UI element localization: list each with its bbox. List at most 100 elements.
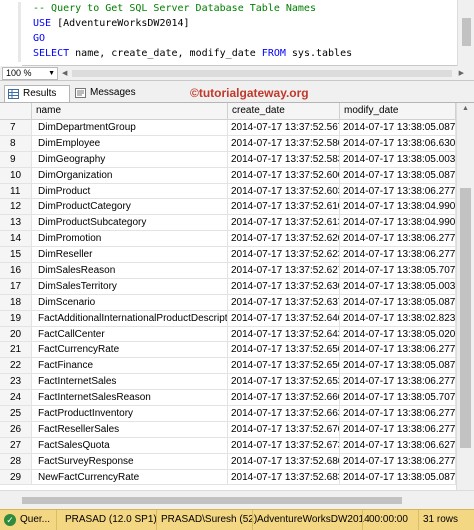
scroll-up-icon[interactable]: ▲ — [462, 105, 469, 112]
cell-modify-date[interactable]: 2014-07-17 13:38:05.087 — [340, 294, 456, 311]
cell-create-date[interactable]: 2014-07-17 13:37:52.643 — [228, 326, 340, 343]
row-number[interactable]: 14 — [0, 231, 32, 248]
code-line[interactable]: SELECT name, create_date, modify_date FR… — [33, 46, 352, 61]
cell-modify-date[interactable]: 2014-07-17 13:38:06.277 — [340, 421, 456, 438]
cell-create-date[interactable]: 2014-07-17 13:37:52.660 — [228, 390, 340, 407]
cell-create-date[interactable]: 2014-07-17 13:37:52.600 — [228, 167, 340, 184]
cell-modify-date[interactable]: 2014-07-17 13:38:05.707 — [340, 390, 456, 407]
cell-create-date[interactable]: 2014-07-17 13:37:52.620 — [228, 231, 340, 248]
code-line[interactable]: -- Query to Get SQL Server Database Tabl… — [33, 1, 352, 16]
cell-create-date[interactable]: 2014-07-17 13:37:52.637 — [228, 294, 340, 311]
table-row[interactable]: 13 DimProductSubcategory 2014-07-17 13:37:… — [0, 215, 456, 232]
cell-create-date[interactable]: 2014-07-17 13:37:52.603 — [228, 183, 340, 200]
column-header-name[interactable]: name — [32, 103, 228, 120]
table-row[interactable]: 12 DimProductCategory 2014-07-17 13:37:52.… — [0, 199, 456, 216]
scroll-right-icon[interactable]: ▶ — [459, 69, 464, 77]
row-number[interactable]: 15 — [0, 247, 32, 264]
row-number[interactable]: 27 — [0, 437, 32, 454]
cell-name[interactable]: FactResellerSales — [32, 421, 228, 438]
cell-name[interactable]: NewFactCurrencyRate — [32, 469, 228, 486]
row-number[interactable]: 22 — [0, 358, 32, 375]
editor-horizontal-scrollbar[interactable] — [72, 70, 452, 77]
row-number[interactable]: 23 — [0, 374, 32, 391]
tab-results[interactable]: Results — [4, 85, 70, 102]
table-row[interactable]: 14 DimPromotion 2014-07-17 13:37:52.620 201… — [0, 231, 456, 248]
zoom-select[interactable]: 100 % ▼ — [2, 67, 58, 80]
table-row[interactable]: 15 DimReseller 2014-07-17 13:37:52.623 2014… — [0, 247, 456, 264]
cell-modify-date[interactable]: 2014-07-17 13:38:05.087 — [340, 120, 456, 136]
cell-name[interactable]: FactSalesQuota — [32, 437, 228, 454]
cell-name[interactable]: DimGeography — [32, 151, 228, 168]
cell-modify-date[interactable]: 2014-07-17 13:38:04.990 — [340, 199, 456, 216]
cell-create-date[interactable]: 2014-07-17 13:37:52.580 — [228, 135, 340, 152]
cell-modify-date[interactable]: 2014-07-17 13:38:05.087 — [340, 469, 456, 486]
table-row[interactable]: 21 FactCurrencyRate 2014-07-17 13:37:52.65… — [0, 342, 456, 359]
table-row[interactable]: 16 DimSalesReason 2014-07-17 13:37:52.627 2… — [0, 263, 456, 279]
cell-create-date[interactable]: 2014-07-17 13:37:52.673 — [228, 437, 340, 454]
cell-create-date[interactable]: 2014-07-17 13:37:52.583 — [228, 151, 340, 168]
cell-name[interactable]: FactSurveyResponse — [32, 453, 228, 470]
table-row[interactable]: 22 FactFinance 2014-07-17 13:37:52.650 2014… — [0, 358, 456, 375]
cell-modify-date[interactable]: 2014-07-17 13:38:06.277 — [340, 453, 456, 470]
row-number[interactable]: 8 — [0, 135, 32, 152]
cell-modify-date[interactable]: 2014-07-17 13:38:06.277 — [340, 231, 456, 248]
cell-modify-date[interactable]: 2014-07-17 13:38:05.087 — [340, 167, 456, 184]
cell-modify-date[interactable]: 2014-07-17 13:38:06.277 — [340, 247, 456, 264]
query-editor[interactable]: -- Query to Get SQL Server Database Tabl… — [0, 0, 474, 66]
editor-vertical-scrollbar[interactable] — [457, 0, 474, 66]
cell-modify-date[interactable]: 2014-07-17 13:38:05.707 — [340, 263, 456, 279]
code-line[interactable]: GO — [33, 31, 352, 46]
row-number[interactable]: 10 — [0, 167, 32, 184]
grid-hscroll-thumb[interactable] — [22, 497, 402, 504]
row-number[interactable]: 19 — [0, 310, 32, 327]
cell-name[interactable]: DimOrganization — [32, 167, 228, 184]
cell-modify-date[interactable]: 2014-07-17 13:38:05.087 — [340, 358, 456, 375]
row-number[interactable]: 24 — [0, 390, 32, 407]
table-row[interactable]: 17 DimSalesTerritory 2014-07-17 13:37:52.6… — [0, 278, 456, 295]
cell-name[interactable]: FactCurrencyRate — [32, 342, 228, 359]
table-row[interactable]: 28 FactSurveyResponse 2014-07-17 13:37:52.… — [0, 453, 456, 470]
row-number[interactable]: 20 — [0, 326, 32, 343]
table-row[interactable]: 23 FactInternetSales 2014-07-17 13:37:52.6… — [0, 374, 456, 391]
row-number[interactable]: 16 — [0, 263, 32, 279]
cell-name[interactable]: DimProduct — [32, 183, 228, 200]
grid-vertical-scrollbar[interactable]: ▲ ▼ — [456, 103, 474, 509]
row-number[interactable]: 11 — [0, 183, 32, 200]
table-row[interactable]: 24 FactInternetSalesReason 2014-07-17 13:3… — [0, 390, 456, 407]
table-row[interactable]: 20 FactCallCenter 2014-07-17 13:37:52.643 2… — [0, 326, 456, 343]
scroll-left-icon[interactable]: ◀ — [62, 69, 67, 77]
cell-name[interactable]: DimPromotion — [32, 231, 228, 248]
table-row[interactable]: 27 FactSalesQuota 2014-07-17 13:37:52.673 2… — [0, 437, 456, 454]
cell-create-date[interactable]: 2014-07-17 13:37:52.610 — [228, 199, 340, 216]
cell-name[interactable]: DimDepartmentGroup — [32, 120, 228, 136]
cell-modify-date[interactable]: 2014-07-17 13:38:06.277 — [340, 374, 456, 391]
cell-modify-date[interactable]: 2014-07-17 13:38:06.277 — [340, 183, 456, 200]
table-row[interactable]: 19 FactAdditionalInternationalProductDesc… — [0, 310, 456, 327]
cell-create-date[interactable]: 2014-07-17 13:37:52.680 — [228, 453, 340, 470]
cell-create-date[interactable]: 2014-07-17 13:37:52.650 — [228, 358, 340, 375]
cell-create-date[interactable]: 2014-07-17 13:37:52.623 — [228, 247, 340, 264]
cell-modify-date[interactable]: 2014-07-17 13:38:04.990 — [340, 215, 456, 232]
cell-modify-date[interactable]: 2014-07-17 13:38:05.003 — [340, 151, 456, 168]
table-row[interactable]: 7 DimDepartmentGroup 2014-07-17 13:37:52.5… — [0, 120, 456, 136]
table-row[interactable]: 10 DimOrganization 2014-07-17 13:37:52.600… — [0, 167, 456, 184]
row-number[interactable]: 28 — [0, 453, 32, 470]
cell-name[interactable]: DimProductSubcategory — [32, 215, 228, 232]
table-row[interactable]: 11 DimProduct 2014-07-17 13:37:52.603 2014-… — [0, 183, 456, 200]
cell-name[interactable]: FactAdditionalInternationalProductDescri… — [32, 310, 228, 327]
cell-name[interactable]: FactInternetSalesReason — [32, 390, 228, 407]
cell-name[interactable]: DimSalesReason — [32, 263, 228, 279]
cell-name[interactable]: DimScenario — [32, 294, 228, 311]
query-text[interactable]: -- Query to Get SQL Server Database Tabl… — [33, 1, 352, 61]
cell-name[interactable]: DimSalesTerritory — [32, 278, 228, 295]
table-row[interactable]: 8 DimEmployee 2014-07-17 13:37:52.580 2014-… — [0, 135, 456, 152]
row-number[interactable]: 18 — [0, 294, 32, 311]
row-number-header[interactable] — [0, 103, 32, 120]
row-number[interactable]: 29 — [0, 469, 32, 486]
cell-create-date[interactable]: 2014-07-17 13:37:52.683 — [228, 469, 340, 486]
table-row[interactable]: 26 FactResellerSales 2014-07-17 13:37:52.6… — [0, 421, 456, 438]
cell-create-date[interactable]: 2014-07-17 13:37:52.670 — [228, 421, 340, 438]
cell-create-date[interactable]: 2014-07-17 13:37:52.653 — [228, 374, 340, 391]
cell-modify-date[interactable]: 2014-07-17 13:38:06.277 — [340, 342, 456, 359]
cell-create-date[interactable]: 2014-07-17 13:37:52.567 — [228, 120, 340, 136]
